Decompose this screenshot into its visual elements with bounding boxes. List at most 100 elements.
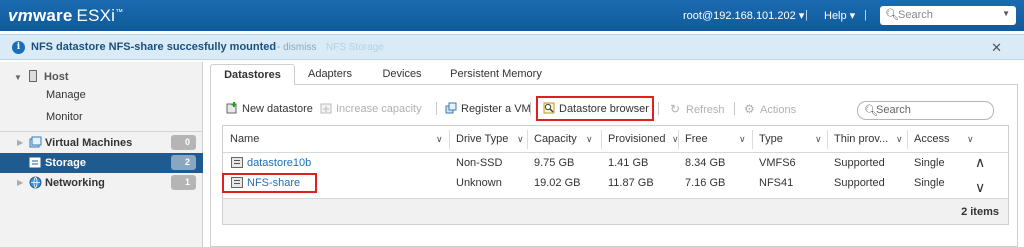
close-icon[interactable]: ✕ — [991, 40, 1002, 56]
chevron-down-icon[interactable]: ∨ — [815, 134, 822, 145]
tab-devices[interactable]: Devices — [378, 64, 426, 85]
notification-bar: i NFS datastore NFS-share succesfully mo… — [0, 34, 1024, 60]
divider — [0, 131, 203, 132]
tab-datastores[interactable]: Datastores — [210, 64, 295, 85]
column-header-free[interactable]: Free ∨ — [685, 133, 746, 145]
toolbar-separator — [530, 102, 531, 115]
vmware-esxi-logo: vmware ESXi™ — [8, 6, 124, 25]
chevron-down-icon[interactable]: ▼ — [1002, 9, 1010, 18]
global-search-input[interactable]: 🔍︎ Search ▼ — [880, 6, 1016, 25]
increase-capacity-icon — [320, 103, 332, 114]
table-row[interactable]: datastore10b Non-SSD 9.75 GB 1.41 GB 8.3… — [223, 153, 1008, 173]
tab-persistent-memory[interactable]: Persistent Memory — [446, 64, 546, 85]
column-header-name[interactable]: Name ∨ — [230, 133, 443, 145]
count-badge: 1 — [171, 175, 196, 190]
toolbar-separator — [734, 102, 735, 115]
chevron-down-icon[interactable]: ∨ — [896, 134, 903, 145]
chevron-right-icon[interactable]: ▶ — [17, 138, 23, 147]
column-header-capacity[interactable]: Capacity ∨ — [534, 133, 593, 145]
button-label: Register a VM — [461, 103, 531, 115]
chevron-down-icon[interactable]: ∨ — [517, 134, 524, 145]
cell-thin-provisioning: Supported — [834, 157, 885, 169]
sidebar-item-manage[interactable]: Manage — [46, 89, 86, 101]
column-divider — [752, 130, 753, 149]
column-divider — [601, 130, 602, 149]
separator: | — [864, 9, 867, 21]
notification-message: NFS datastore NFS-share succesfully moun… — [31, 41, 277, 53]
cell-type: NFS41 — [759, 177, 794, 189]
sidebar-item-label: Host — [44, 71, 69, 83]
sidebar-item-monitor[interactable]: Monitor — [46, 111, 83, 123]
register-vm-button[interactable]: Register a VM — [445, 102, 531, 115]
sidebar-item-networking[interactable]: ▶ Networking 1 — [0, 173, 203, 193]
column-label: Name — [230, 133, 260, 145]
tab-adapters[interactable]: Adapters — [302, 64, 358, 85]
column-header-access[interactable]: Access ∨ — [914, 133, 974, 145]
actions-button[interactable]: ⚙ Actions — [744, 102, 796, 116]
column-divider — [527, 130, 528, 149]
cell-provisioned: 11.87 GB — [608, 177, 654, 189]
increase-capacity-button[interactable]: Increase capacity — [320, 102, 422, 115]
host-group: ▼ Host Manage Monitor — [14, 70, 200, 130]
storage-icon — [29, 157, 41, 168]
column-header-provisioned[interactable]: Provisioned ∨ — [608, 133, 679, 145]
button-label: Refresh — [686, 104, 725, 116]
help-menu[interactable]: Help ▾ — [824, 9, 855, 22]
chevron-down-icon[interactable]: ∨ — [739, 134, 746, 145]
cell-thin-provisioning: Supported — [834, 177, 885, 189]
dismiss-link[interactable]: - dismiss — [277, 42, 316, 53]
toolbar-separator — [658, 102, 659, 115]
cell-capacity: 9.75 GB — [534, 157, 575, 169]
column-label: Type — [759, 133, 783, 145]
column-divider — [449, 130, 450, 149]
column-label: Drive Type — [456, 133, 509, 145]
cell-drive-type: Non-SSD — [456, 157, 503, 169]
cell-drive-type: Unknown — [456, 177, 502, 189]
chevron-down-icon[interactable]: ∨ — [436, 134, 443, 145]
column-header-type[interactable]: Type ∨ — [759, 133, 822, 145]
chevron-right-icon[interactable]: ▶ — [17, 178, 23, 187]
server-icon — [28, 70, 37, 82]
refresh-icon: ↻ — [670, 102, 681, 116]
count-badge: 0 — [171, 135, 196, 150]
search-placeholder: Search — [876, 104, 911, 116]
scroll-down-icon[interactable]: ∨ — [975, 179, 985, 196]
info-icon: i — [12, 41, 25, 54]
highlight-datastore-browser — [536, 96, 654, 121]
datastores-table: Name ∨ Drive Type ∨ Capacity ∨ Provisioned ∨… — [222, 125, 1009, 225]
register-vm-icon — [445, 102, 457, 114]
chevron-down-icon[interactable]: ∨ — [967, 134, 974, 145]
chevron-down-icon[interactable]: ∨ — [586, 134, 593, 145]
cell-free: 7.16 GB — [685, 177, 726, 189]
user-menu[interactable]: root@192.168.101.202 ▾ — [683, 9, 804, 22]
sidebar-item-virtual-machines[interactable]: ▶ Virtual Machines 0 — [0, 133, 203, 153]
chevron-down-icon[interactable]: ▼ — [14, 73, 22, 82]
sidebar-item-label: Networking — [45, 177, 105, 189]
top-bar: vmware ESXi™ root@192.168.101.202 ▾ | Hel… — [0, 0, 1024, 31]
table-row[interactable]: NFS-share Unknown 19.02 GB 11.87 GB 7.16… — [223, 173, 1008, 193]
column-label: Capacity — [534, 133, 577, 145]
column-label: Provisioned — [608, 133, 666, 145]
datastore-name-link[interactable]: datastore10b — [247, 157, 311, 169]
new-datastore-icon — [226, 102, 237, 114]
button-label: New datastore — [242, 103, 313, 115]
new-datastore-button[interactable]: New datastore — [226, 102, 313, 115]
column-header-drive-type[interactable]: Drive Type ∨ — [456, 133, 524, 145]
virtual-machine-icon — [29, 136, 42, 148]
button-label: Actions — [760, 104, 797, 116]
refresh-button[interactable]: ↻ Refresh — [670, 102, 725, 116]
table-header: Name ∨ Drive Type ∨ Capacity ∨ Provisioned ∨… — [223, 126, 1008, 153]
sidebar-item-host[interactable]: ▼ Host — [14, 70, 69, 83]
column-label: Access — [914, 133, 950, 145]
sidebar-item-storage[interactable]: Storage 2 — [0, 153, 203, 173]
column-header-thin-provisioning[interactable]: Thin prov... ∨ — [834, 133, 903, 145]
scroll-up-icon[interactable]: ∧ — [975, 154, 985, 171]
search-icon: 🔍︎ — [864, 105, 878, 117]
column-divider — [827, 130, 828, 149]
cell-capacity: 19.02 GB — [534, 177, 581, 189]
sidebar-item-label: Storage — [45, 157, 86, 169]
datastore-icon — [231, 157, 243, 168]
navigator-sidebar: ▼ Host Manage Monitor ▶ Virtual Machines… — [0, 62, 203, 247]
datastore-search-input[interactable]: 🔍︎ Search — [857, 101, 994, 120]
gear-icon: ⚙ — [744, 102, 755, 116]
